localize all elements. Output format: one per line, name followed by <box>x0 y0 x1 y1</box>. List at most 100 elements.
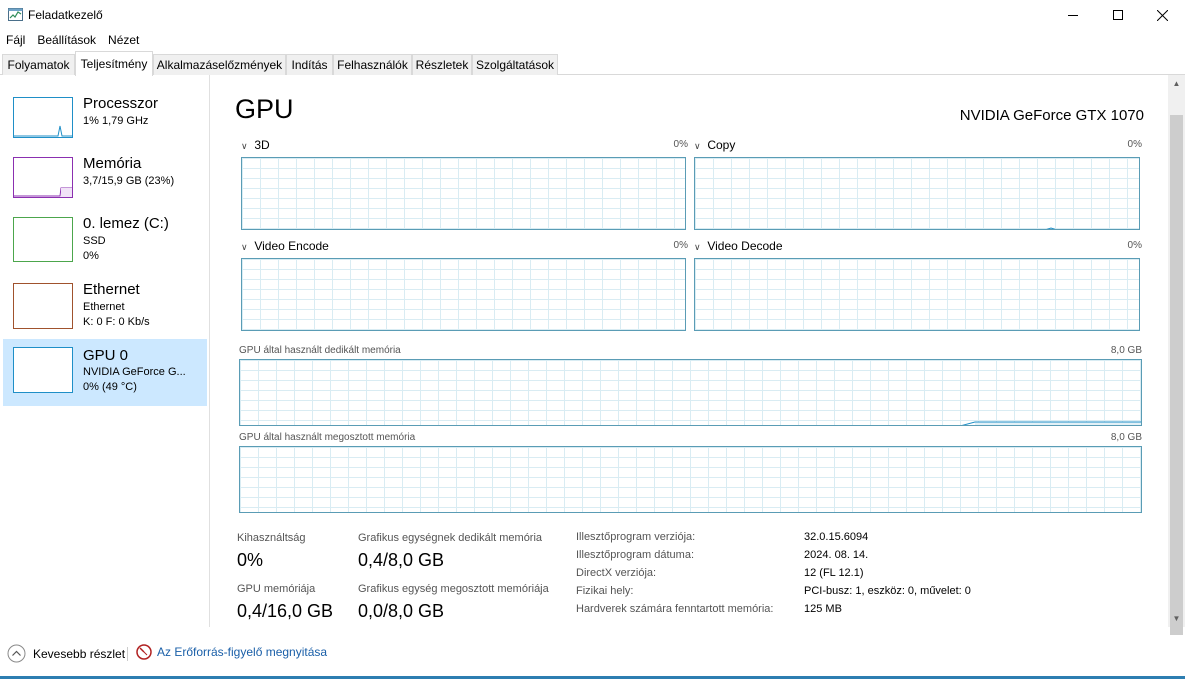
footer: Kevesebb részlet Az Erőforrás-figyelő me… <box>0 640 1185 670</box>
maximize-button[interactable] <box>1095 0 1140 30</box>
maximize-icon <box>1112 10 1123 20</box>
engine-selector-copy[interactable]: ∨ Copy <box>694 138 735 152</box>
driver-date-label: Illesztőprogram dátuma: <box>576 549 694 561</box>
tab-users[interactable]: Felhasználók <box>333 54 412 75</box>
minimize-icon <box>1067 15 1078 16</box>
menu-bar: Fájl Beállítások Nézet <box>0 30 145 50</box>
resource-name: Memória <box>83 155 142 172</box>
engine-percent: 0% <box>1127 139 1142 150</box>
resource-list: Processzor 1% 1,79 GHz Memória 3,7/15,9 … <box>0 75 210 627</box>
engine-label: Video Encode <box>254 239 329 253</box>
less-details-label: Kevesebb részlet <box>33 646 126 661</box>
dedicated-memory-max: 8,0 GB <box>1110 345 1142 356</box>
chevron-down-icon: ∨ <box>694 141 701 151</box>
engine-percent: 0% <box>673 240 688 251</box>
ethernet-mini-graph <box>13 283 73 329</box>
resource-detail: 1% 1,79 GHz <box>83 115 149 127</box>
directx-version-label: DirectX verziója: <box>576 567 657 579</box>
resource-item-gpu[interactable]: GPU 0 NVIDIA GeForce G... 0% (49 °C) <box>3 339 207 406</box>
menu-settings[interactable]: Beállítások <box>31 30 102 50</box>
disk-mini-graph <box>13 217 73 262</box>
resource-monitor-icon <box>136 644 152 660</box>
utilization-value: 0% <box>237 550 264 570</box>
resource-item-disk[interactable]: 0. lemez (C:) SSD 0% <box>3 210 207 277</box>
close-button[interactable] <box>1140 0 1185 30</box>
engine-selector-3d[interactable]: ∨ 3D <box>241 138 270 152</box>
minimize-button[interactable] <box>1050 0 1095 30</box>
tab-details[interactable]: Részletek <box>412 54 472 75</box>
window-title: Feladatkezelő <box>28 8 103 22</box>
memory-mini-graph <box>13 157 73 198</box>
resource-detail: NVIDIA GeForce G... <box>83 366 186 378</box>
utilization-label: Kihasználtság <box>237 532 306 544</box>
open-resource-monitor-label: Az Erőforrás-figyelő megnyitása <box>157 645 328 659</box>
physical-location-value: PCI-busz: 1, eszköz: 0, művelet: 0 <box>804 585 971 597</box>
tab-app-history[interactable]: Alkalmazáselőzmények <box>153 54 286 75</box>
gpu-mini-graph <box>13 347 73 393</box>
chevron-up-icon <box>7 644 26 663</box>
driver-date-value: 2024. 08. 14. <box>804 549 869 561</box>
resource-item-cpu[interactable]: Processzor 1% 1,79 GHz <box>3 90 207 157</box>
resource-item-ethernet[interactable]: Ethernet Ethernet K: 0 F: 0 Kb/s <box>3 277 207 344</box>
hardware-reserved-value: 125 MB <box>804 603 842 615</box>
tab-bar: Folyamatok Teljesítmény Alkalmazáselőzmé… <box>0 51 1185 76</box>
directx-version-value: 12 (FL 12.1) <box>804 567 864 579</box>
engine-graph-video-encode <box>241 258 686 331</box>
shared-memory-max: 8,0 GB <box>1110 432 1142 443</box>
less-details-button[interactable]: Kevesebb részlet <box>7 644 125 663</box>
scroll-thumb[interactable] <box>1170 115 1183 635</box>
page-title: GPU <box>235 94 294 124</box>
physical-location-label: Fizikai hely: <box>576 585 634 597</box>
resource-detail-2: 0% (49 °C) <box>83 381 137 393</box>
cpu-mini-graph <box>13 97 73 138</box>
engine-graph-copy <box>694 157 1140 230</box>
resource-name: Processzor <box>83 95 159 112</box>
engine-graph-video-decode <box>694 258 1140 331</box>
shared-memory-graph-label: GPU által használt megosztott memória <box>239 432 416 443</box>
resource-detail-2: 0% <box>83 250 99 262</box>
engine-graph-3d <box>241 157 686 230</box>
gpu-model-name: NVIDIA GeForce GTX 1070 <box>959 107 1144 124</box>
resource-item-memory[interactable]: Memória 3,7/15,9 GB (23%) <box>3 150 207 217</box>
chevron-down-icon: ∨ <box>241 242 248 252</box>
resource-name: GPU 0 <box>83 347 129 364</box>
tab-processes[interactable]: Folyamatok <box>2 54 75 75</box>
open-resource-monitor-link[interactable]: Az Erőforrás-figyelő megnyitása <box>136 644 327 660</box>
shared-memory-graph <box>239 446 1142 513</box>
dedicated-mem-label: Grafikus egységnek dedikált memória <box>358 532 543 544</box>
driver-version-label: Illesztőprogram verziója: <box>576 531 696 543</box>
hardware-reserved-label: Hardverek számára fenntartott memória: <box>576 603 774 615</box>
engine-percent: 0% <box>673 139 688 150</box>
engine-selector-video-decode[interactable]: ∨ Video Decode <box>694 239 783 253</box>
tab-startup[interactable]: Indítás <box>286 54 333 75</box>
engine-percent: 0% <box>1127 240 1142 251</box>
engine-label: 3D <box>254 138 270 152</box>
shared-mem-label: Grafikus egység megosztott memóriája <box>358 583 549 595</box>
resource-name: Ethernet <box>83 281 140 298</box>
driver-version-value: 32.0.15.6094 <box>804 531 869 543</box>
scroll-down-icon[interactable]: ▼ <box>1168 610 1185 627</box>
dedicated-memory-graph-label: GPU által használt dedikált memória <box>239 345 401 356</box>
tab-performance[interactable]: Teljesítmény <box>75 51 153 76</box>
footer-divider <box>127 647 128 661</box>
engine-label: Video Decode <box>707 239 783 253</box>
dedicated-mem-value: 0,4/8,0 GB <box>358 550 445 570</box>
resource-name: 0. lemez (C:) <box>83 215 169 232</box>
tab-services[interactable]: Szolgáltatások <box>472 54 558 75</box>
resource-detail-2: K: 0 F: 0 Kb/s <box>83 316 150 328</box>
resource-detail: SSD <box>83 235 106 247</box>
scroll-up-icon[interactable]: ▲ <box>1168 75 1185 92</box>
gpu-memory-value: 0,4/16,0 GB <box>237 601 334 621</box>
shared-mem-value: 0,0/8,0 GB <box>358 601 445 621</box>
menu-file[interactable]: Fájl <box>0 30 31 50</box>
chevron-down-icon: ∨ <box>241 141 248 151</box>
title-bar: Feladatkezelő <box>0 0 1185 30</box>
engine-selector-video-encode[interactable]: ∨ Video Encode <box>241 239 329 253</box>
close-icon <box>1157 9 1168 21</box>
dedicated-memory-graph <box>239 359 1142 426</box>
task-manager-icon <box>8 8 23 21</box>
engine-label: Copy <box>707 138 736 152</box>
vertical-scrollbar[interactable]: ▲ ▼ <box>1168 75 1185 635</box>
menu-view[interactable]: Nézet <box>102 30 145 50</box>
chevron-down-icon: ∨ <box>694 242 701 252</box>
